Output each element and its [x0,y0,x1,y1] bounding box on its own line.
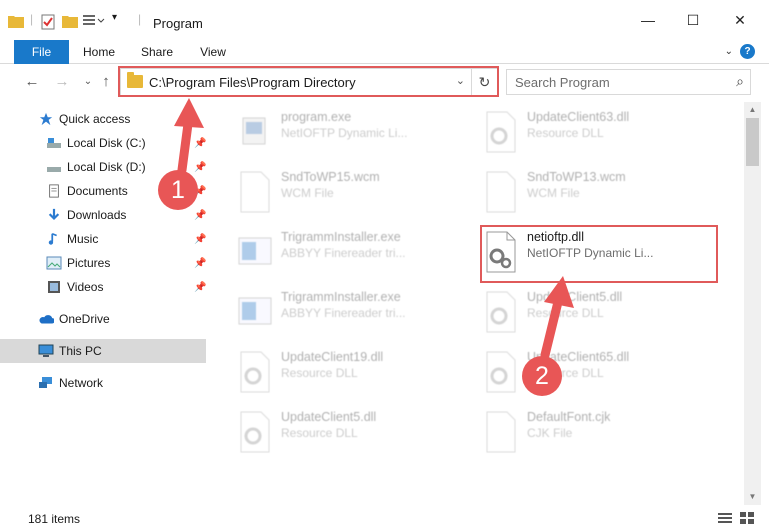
step-2-badge: 2 [522,356,562,396]
annotation-arrows [174,98,574,360]
step-1-badge: 1 [158,170,198,210]
